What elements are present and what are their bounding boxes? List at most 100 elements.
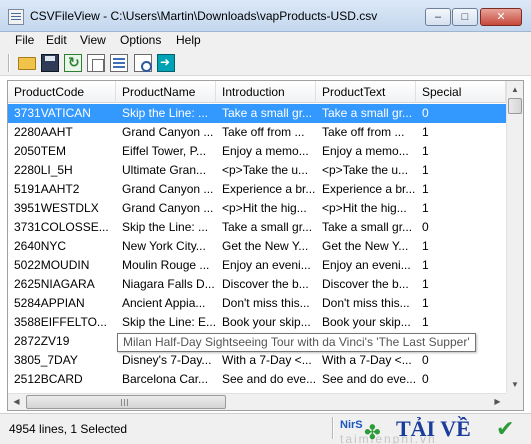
table-cell: Book your skip... [222, 315, 311, 329]
app-icon[interactable] [8, 9, 24, 25]
table-row[interactable]: 5022MOUDIN Moulin Rouge ... Enjoy an eveni… [8, 256, 506, 275]
table-row[interactable]: 5284APPIAN Ancient Appia... Don't miss thi… [8, 294, 506, 313]
table-row[interactable]: 3951WESTDLX Grand Canyon ... <p>Hit the hi… [8, 199, 506, 218]
table-cell: Take off from ... [222, 125, 305, 139]
scroll-down-icon[interactable]: ▼ [507, 376, 523, 393]
table-row[interactable]: 2280LI_5H Ultimate Gran... <p>Take the u..… [8, 161, 506, 180]
table-cell: 2872ZV19 [14, 334, 70, 348]
table-cell: 2512BCARD [14, 372, 83, 386]
scroll-left-icon[interactable]: ◀ [8, 394, 25, 410]
table-cell: 2280LI_5H [14, 163, 73, 177]
table-cell: Experience a br... [222, 182, 316, 196]
clover-icon: ✤ [364, 422, 381, 444]
table-cell: Get the New Y... [322, 239, 409, 253]
table-row[interactable]: 2050TEM Eiffel Tower, P... Enjoy a memo...… [8, 142, 506, 161]
table-cell: 5191AAHT2 [14, 182, 80, 196]
close-button[interactable]: ✕ [480, 8, 522, 26]
table-cell: 0 [422, 220, 429, 234]
table-cell: Ancient Appia... [122, 296, 206, 310]
table-cell: 1 [422, 239, 429, 253]
status-bar: 4954 lines, 1 Selected NirS taimienphi.v… [0, 413, 531, 444]
table-cell: 1 [422, 125, 429, 139]
table-cell: Barcelona Car... [122, 372, 209, 386]
table-cell: Don't miss this... [322, 296, 410, 310]
html-report-icon[interactable] [110, 54, 128, 72]
refresh-icon[interactable] [64, 54, 82, 72]
table-cell: Take a small gr... [222, 106, 313, 120]
table-cell: 1 [422, 296, 429, 310]
table-cell: Skip the Line: ... [122, 220, 209, 234]
table-cell: Discover the b... [322, 277, 409, 291]
data-grid[interactable]: ProductCode ProductName Introduction Pro… [7, 80, 524, 411]
table-cell: Experience a br... [322, 182, 416, 196]
exit-icon[interactable] [157, 54, 175, 72]
column-header-introduction[interactable]: Introduction [216, 81, 316, 103]
maximize-button[interactable]: □ [452, 8, 478, 26]
table-cell: Take a small gr... [322, 106, 413, 120]
table-cell: Take a small gr... [322, 220, 413, 234]
menu-view[interactable]: View [80, 33, 106, 47]
table-cell: Ultimate Gran... [122, 163, 207, 177]
table-cell: See and do eve... [322, 372, 416, 386]
horizontal-scroll-thumb[interactable] [26, 395, 226, 409]
status-separator [332, 417, 334, 439]
table-cell: 2050TEM [14, 144, 67, 158]
menu-file[interactable]: File [15, 33, 34, 47]
cell-tooltip: Milan Half-Day Sightseeing Tour with da … [117, 333, 476, 352]
table-cell: <p>Take the u... [222, 163, 309, 177]
toolbar-separator [8, 54, 10, 72]
table-cell: Don't miss this... [222, 296, 310, 310]
menu-edit[interactable]: Edit [46, 33, 67, 47]
table-cell: 1 [422, 182, 429, 196]
table-row[interactable]: 3731VATICAN Skip the Line: ... Take a smal… [8, 104, 506, 123]
nirsoft-link[interactable]: NirS [340, 419, 363, 431]
menu-options[interactable]: Options [120, 33, 161, 47]
grid-header: ProductCode ProductName Introduction Pro… [8, 81, 506, 103]
table-row[interactable]: 3588EIFFELTO... Skip the Line: E... Book y… [8, 313, 506, 332]
window-title: CSVFileView - C:\Users\Martin\Downloads\… [30, 9, 378, 23]
save-icon[interactable] [41, 54, 59, 72]
watermark-brand: TẢI VỀ [396, 416, 471, 441]
column-header-special[interactable]: Special [416, 81, 506, 103]
column-header-producttext[interactable]: ProductText [316, 81, 416, 103]
table-cell: With a 7-Day <... [222, 353, 312, 367]
table-cell: 5022MOUDIN [14, 258, 90, 272]
table-cell: Disney's 7-Day... [122, 353, 212, 367]
table-cell: 5284APPIAN [14, 296, 85, 310]
table-row[interactable]: 3731COLOSSE... Skip the Line: ... Take a s… [8, 218, 506, 237]
menu-help[interactable]: Help [176, 33, 201, 47]
minimize-button[interactable]: – [425, 8, 451, 26]
table-row[interactable]: 2625NIAGARA Niagara Falls D... Discover th… [8, 275, 506, 294]
table-cell: 3588EIFFELTO... [14, 315, 107, 329]
table-cell: 2625NIAGARA [14, 277, 95, 291]
table-row[interactable]: 2640NYC New York City... Get the New Y... G… [8, 237, 506, 256]
column-header-productname[interactable]: ProductName [116, 81, 216, 103]
table-cell: Eiffel Tower, P... [122, 144, 207, 158]
copy-icon[interactable] [87, 54, 105, 72]
column-header-productcode[interactable]: ProductCode [8, 81, 116, 103]
table-row[interactable]: 5191AAHT2 Grand Canyon ... Experience a br… [8, 180, 506, 199]
vertical-scrollbar[interactable]: ▲ ▼ [506, 81, 523, 393]
status-summary: 4954 lines, 1 Selected [9, 422, 128, 436]
table-cell: Grand Canyon ... [122, 125, 214, 139]
find-icon[interactable] [134, 54, 152, 72]
checkmark-icon: ✔ [496, 416, 515, 441]
open-folder-icon[interactable] [18, 57, 36, 70]
scroll-right-icon[interactable]: ▶ [489, 394, 506, 410]
table-row[interactable]: 2512BCARD Barcelona Car... See and do eve.… [8, 370, 506, 389]
table-cell: Enjoy a memo... [222, 144, 309, 158]
table-cell: Niagara Falls D... [122, 277, 215, 291]
scroll-up-icon[interactable]: ▲ [507, 81, 523, 98]
table-cell: Grand Canyon ... [122, 182, 214, 196]
table-row[interactable]: 3805_7DAY Disney's 7-Day... With a 7-Day <… [8, 351, 506, 370]
table-cell: New York City... [122, 239, 206, 253]
table-cell: Take off from ... [322, 125, 405, 139]
table-cell: 0 [422, 106, 429, 120]
table-cell: Enjoy a memo... [322, 144, 409, 158]
title-bar[interactable]: CSVFileView - C:\Users\Martin\Downloads\… [0, 0, 531, 32]
table-row[interactable]: 2280AAHT Grand Canyon ... Take off from ..… [8, 123, 506, 142]
horizontal-scrollbar[interactable]: ◀ ▶ [8, 393, 506, 410]
table-cell: 1 [422, 277, 429, 291]
table-cell: Book your skip... [322, 315, 411, 329]
vertical-scroll-thumb[interactable] [508, 98, 522, 114]
